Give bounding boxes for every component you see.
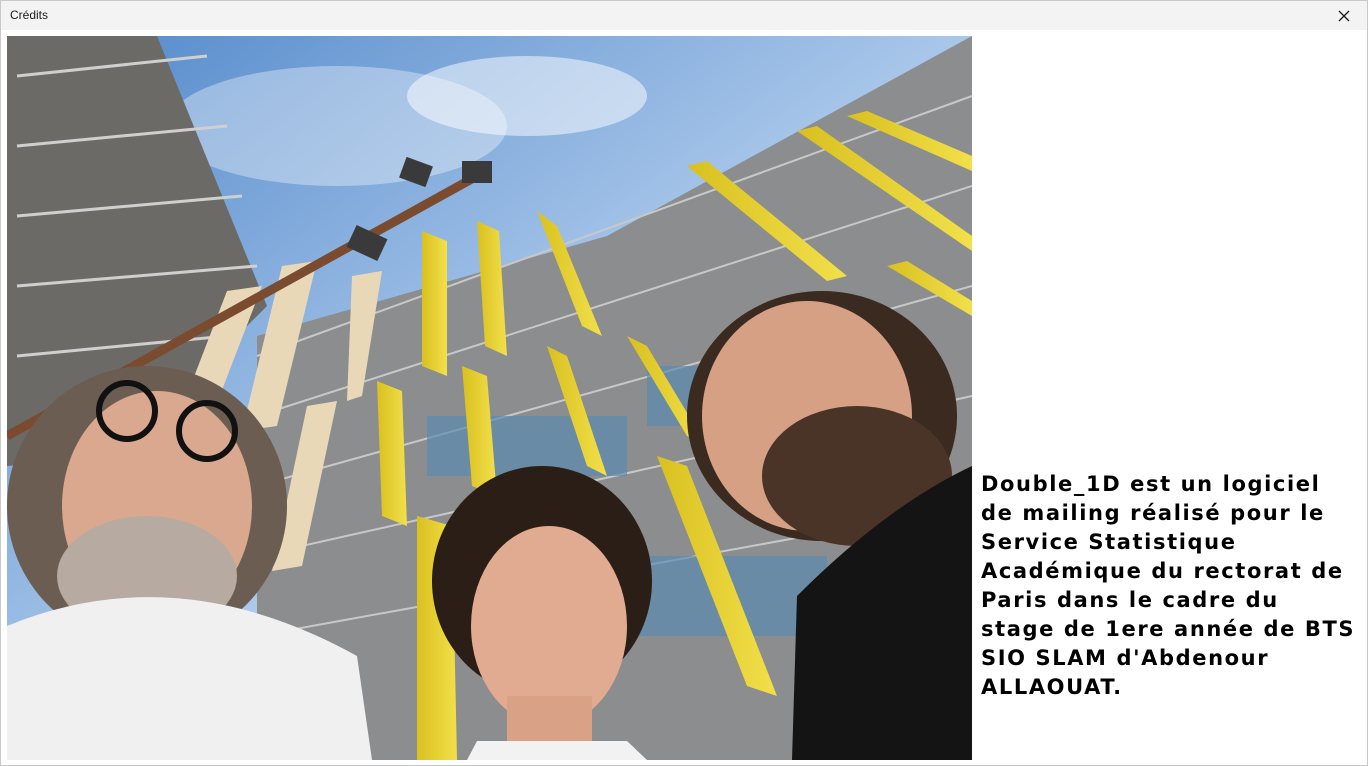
close-icon: [1338, 10, 1350, 21]
title-bar[interactable]: Crédits: [1, 1, 1367, 30]
content-area: Double_1D est un logiciel de mailing réa…: [1, 30, 1367, 765]
team-photo: [7, 36, 972, 760]
window-title: Crédits: [10, 8, 49, 22]
credits-description: Double_1D est un logiciel de mailing réa…: [981, 472, 1356, 699]
close-button[interactable]: [1321, 1, 1367, 30]
credits-window: Crédits Double_1D est un logiciel de mai…: [0, 0, 1368, 766]
